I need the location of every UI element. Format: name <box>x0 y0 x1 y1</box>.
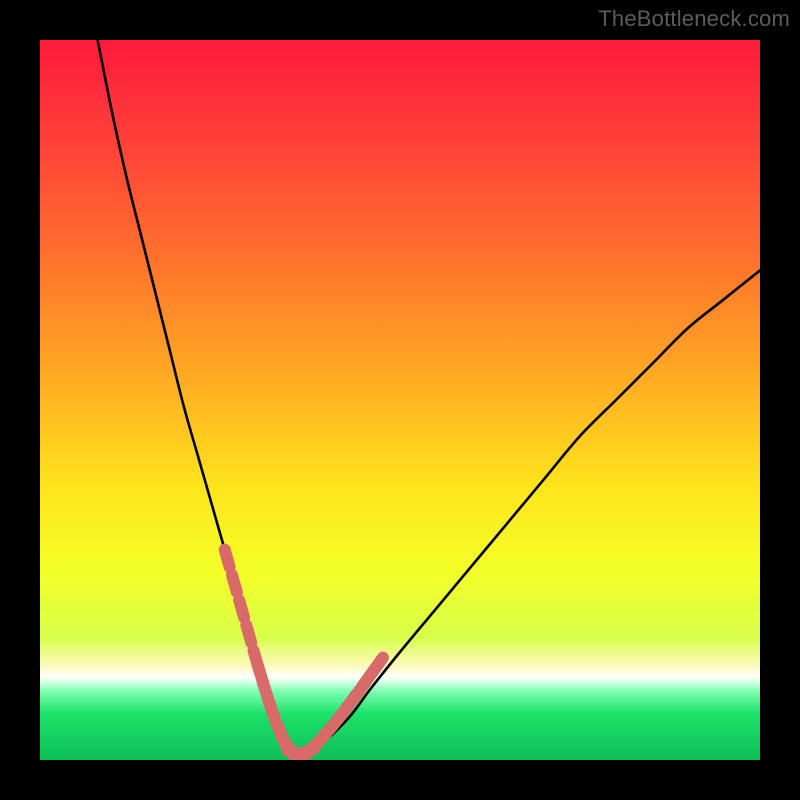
highlight-markers <box>225 550 383 756</box>
bottleneck-curve <box>98 40 760 753</box>
plot-area <box>40 40 760 760</box>
marker-capsule <box>372 658 383 673</box>
curve-layer <box>40 40 760 760</box>
chart-frame: TheBottleneck.com <box>0 0 800 800</box>
marker-capsule <box>239 600 244 617</box>
marker-capsule <box>232 575 237 592</box>
watermark-text: TheBottleneck.com <box>598 6 790 32</box>
marker-capsule <box>225 550 230 567</box>
marker-capsule <box>246 625 251 642</box>
